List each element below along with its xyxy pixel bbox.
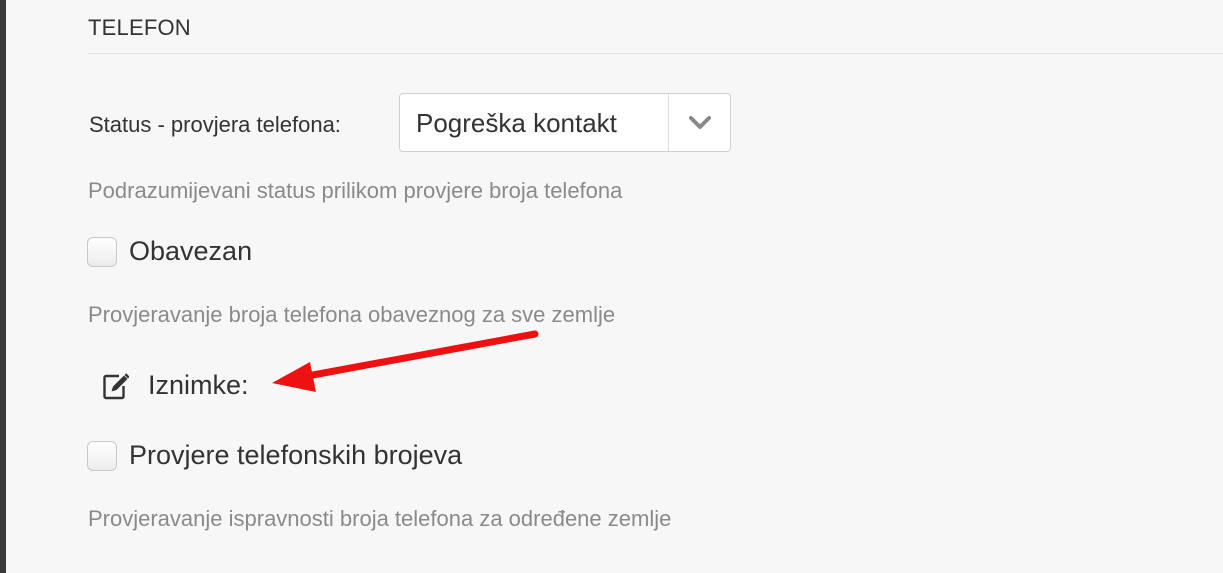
phone-checks-checkbox[interactable]	[87, 440, 117, 471]
phone-checks-help-text: Provjeravanje ispravnosti broja telefona…	[88, 506, 672, 531]
exceptions-link[interactable]: Iznimke:	[103, 370, 249, 401]
section-divider	[88, 53, 1223, 54]
chevron-down-icon[interactable]	[669, 94, 731, 151]
edit-icon	[103, 372, 130, 400]
status-select-value: Pogreška kontakt	[416, 108, 617, 138]
annotation-arrow	[272, 330, 539, 392]
status-help-text: Podrazumijevani status prilikom provjere…	[88, 178, 623, 203]
status-select[interactable]: Pogreška kontakt	[399, 93, 731, 152]
required-checkbox-label: Obavezan	[129, 236, 253, 266]
required-checkbox-row[interactable]: Obavezan	[87, 236, 252, 267]
section-title: TELEFON	[88, 15, 191, 40]
phone-checks-checkbox-row[interactable]: Provjere telefonskih brojeva	[87, 440, 462, 471]
required-checkbox[interactable]	[87, 236, 117, 267]
status-field-label: Status - provjera telefona:	[89, 112, 341, 137]
window-left-edge	[0, 0, 6, 573]
exceptions-label: Iznimke:	[148, 370, 249, 400]
phone-checks-checkbox-label: Provjere telefonskih brojeva	[129, 440, 463, 470]
